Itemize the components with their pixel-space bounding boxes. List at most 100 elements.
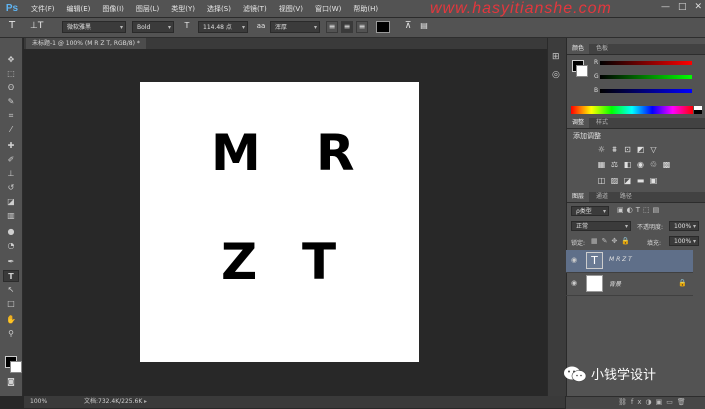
color-spectrum-bar[interactable] <box>571 106 693 114</box>
background-color-swatch[interactable] <box>10 361 22 373</box>
selective-color-icon[interactable]: ▣ <box>649 176 658 185</box>
minimize-button[interactable]: — <box>661 2 670 12</box>
opacity-input[interactable]: 100% ▾ <box>669 221 699 231</box>
menu-view[interactable]: 视图(V) <box>273 4 309 14</box>
font-family-value: 微软雅黑 <box>67 24 92 31</box>
pen-tool-icon[interactable]: ✒ <box>3 256 19 268</box>
opacity-label: 不透明度: <box>637 224 664 231</box>
menu-filter[interactable]: 滤镜(T) <box>237 4 273 14</box>
eye-icon[interactable]: ◉ <box>571 256 577 264</box>
tab-swatches[interactable]: 色板 <box>591 44 613 54</box>
font-family-select[interactable]: 微软雅黑 ▾ <box>62 21 126 33</box>
menu-layer[interactable]: 图层(L) <box>130 4 165 14</box>
layer-footer-icons[interactable]: ⛓fx◑▣▭🗑 <box>618 398 690 406</box>
gradient-tool-icon[interactable]: ▥ <box>3 210 19 222</box>
menu-image[interactable]: 图像(I) <box>96 4 130 14</box>
eraser-tool-icon[interactable]: ◪ <box>3 196 19 208</box>
blend-mode-select[interactable]: 正常 ▾ <box>571 221 631 231</box>
align-right-button[interactable]: ≡ <box>356 21 368 33</box>
quick-select-tool-icon[interactable]: ✎ <box>3 96 19 108</box>
curves-icon[interactable]: ⊡ <box>623 145 632 154</box>
slider-b[interactable] <box>600 89 692 93</box>
layer-row-background[interactable]: ◉ 背景 🔒 <box>566 273 693 296</box>
status-menu-arrow-icon[interactable]: ▸ <box>144 396 147 408</box>
blur-tool-icon[interactable]: ● <box>3 226 19 238</box>
layer-filter-icons[interactable]: ▣◐T⬚▤ <box>617 206 662 214</box>
brush-tool-icon[interactable]: ✐ <box>3 154 19 166</box>
dodge-tool-icon[interactable]: ◔ <box>3 240 19 252</box>
tab-channels[interactable]: 通道 <box>591 192 613 202</box>
slider-g[interactable] <box>600 75 692 79</box>
brightness-contrast-icon[interactable]: ☼ <box>597 145 606 154</box>
quick-mask-icon[interactable]: ◙ <box>3 376 19 388</box>
exposure-icon[interactable]: ◩ <box>636 145 645 154</box>
move-tool-icon[interactable]: ✥ <box>3 54 19 66</box>
type-tool-icon[interactable]: T <box>3 270 19 282</box>
font-size-icon: T <box>184 21 190 30</box>
align-left-button[interactable]: ≡ <box>326 21 338 33</box>
canvas-letter-m: M <box>211 124 261 182</box>
hand-tool-icon[interactable]: ✋ <box>3 314 19 326</box>
black-swatch[interactable] <box>694 110 702 114</box>
anti-alias-select[interactable]: 浑厚 ▾ <box>270 21 320 33</box>
document-canvas[interactable]: M R Z T <box>140 82 419 362</box>
menu-help[interactable]: 帮助(H) <box>347 4 384 14</box>
zoom-level[interactable]: 100% <box>30 396 47 408</box>
tab-color[interactable]: 颜色 <box>567 44 590 54</box>
maximize-button[interactable]: □ <box>678 2 687 12</box>
history-panel-icon[interactable]: ⊞ <box>552 52 560 62</box>
menu-file[interactable]: 文件(F) <box>25 4 61 14</box>
gradient-map-icon[interactable]: ▬ <box>636 176 645 185</box>
photo-filter-icon[interactable]: ◉ <box>636 160 645 169</box>
font-size-select[interactable]: 114.48 点 ▾ <box>198 21 248 33</box>
layer-row-text[interactable]: ◉ T M R Z T <box>566 250 693 273</box>
eyedropper-tool-icon[interactable]: ⁄ <box>3 124 19 136</box>
character-panel-icon[interactable]: ▤ <box>418 21 430 33</box>
fill-input[interactable]: 100% ▾ <box>669 236 699 246</box>
opacity-value: 100% <box>674 223 692 230</box>
history-brush-tool-icon[interactable]: ↺ <box>3 182 19 194</box>
tab-paths[interactable]: 路径 <box>615 192 637 202</box>
tab-styles[interactable]: 样式 <box>591 118 613 128</box>
invert-icon[interactable]: ◫ <box>597 176 606 185</box>
crop-tool-icon[interactable]: ⌗ <box>3 110 19 122</box>
menu-type[interactable]: 类型(Y) <box>165 4 201 14</box>
align-center-button[interactable]: ≡ <box>341 21 353 33</box>
black-white-icon[interactable]: ◧ <box>623 160 632 169</box>
lock-icons[interactable]: ▦✎✥🔒 <box>591 237 634 245</box>
font-style-select[interactable]: Bold ▾ <box>132 21 174 33</box>
healing-brush-tool-icon[interactable]: ✚ <box>3 140 19 152</box>
threshold-icon[interactable]: ◪ <box>623 176 632 185</box>
menu-select[interactable]: 选择(S) <box>201 4 237 14</box>
color-lookup-icon[interactable]: ▩ <box>662 160 671 169</box>
close-button[interactable]: ✕ <box>694 2 702 12</box>
layer-filter-select[interactable]: ρ类型 ▾ <box>571 206 609 216</box>
layer-name: 背景 <box>609 281 622 288</box>
properties-panel-icon[interactable]: ◎ <box>552 70 560 80</box>
text-color-swatch[interactable] <box>376 21 390 33</box>
lasso-tool-icon[interactable]: ʘ <box>3 82 19 94</box>
toggle-orientation-icon[interactable]: ⊥T <box>30 21 43 33</box>
type-tool-preset-icon[interactable]: T <box>6 21 18 33</box>
path-selection-tool-icon[interactable]: ↖ <box>3 284 19 296</box>
eye-icon[interactable]: ◉ <box>571 279 577 287</box>
tools-panel: ✥ ⬚ ʘ ✎ ⌗ ⁄ ✚ ✐ ⊥ ↺ ◪ ▥ ● ◔ ✒ T ↖ □ ✋ ⚲ … <box>0 38 23 396</box>
rectangle-tool-icon[interactable]: □ <box>3 298 19 310</box>
levels-icon[interactable]: ⩩ <box>610 145 619 154</box>
hue-saturation-icon[interactable]: ▦ <box>597 160 606 169</box>
zoom-tool-icon[interactable]: ⚲ <box>3 328 19 340</box>
menu-window[interactable]: 窗口(W) <box>309 4 347 14</box>
warp-text-icon[interactable]: ⊼ <box>402 21 414 33</box>
menu-edit[interactable]: 编辑(E) <box>61 4 97 14</box>
tab-layers[interactable]: 图层 <box>567 192 590 202</box>
color-balance-icon[interactable]: ⚖ <box>610 160 619 169</box>
marquee-tool-icon[interactable]: ⬚ <box>3 68 19 80</box>
posterize-icon[interactable]: ▨ <box>610 176 619 185</box>
vibrance-icon[interactable]: ▽ <box>649 145 658 154</box>
clone-stamp-tool-icon[interactable]: ⊥ <box>3 168 19 180</box>
document-tab[interactable]: 未标题-1 @ 100% (M R Z T, RGB/8) * <box>26 38 146 49</box>
color-background-swatch[interactable] <box>576 65 588 77</box>
slider-r[interactable] <box>600 61 692 65</box>
tab-adjustments[interactable]: 调整 <box>567 118 590 128</box>
channel-mixer-icon[interactable]: ♲ <box>649 160 658 169</box>
